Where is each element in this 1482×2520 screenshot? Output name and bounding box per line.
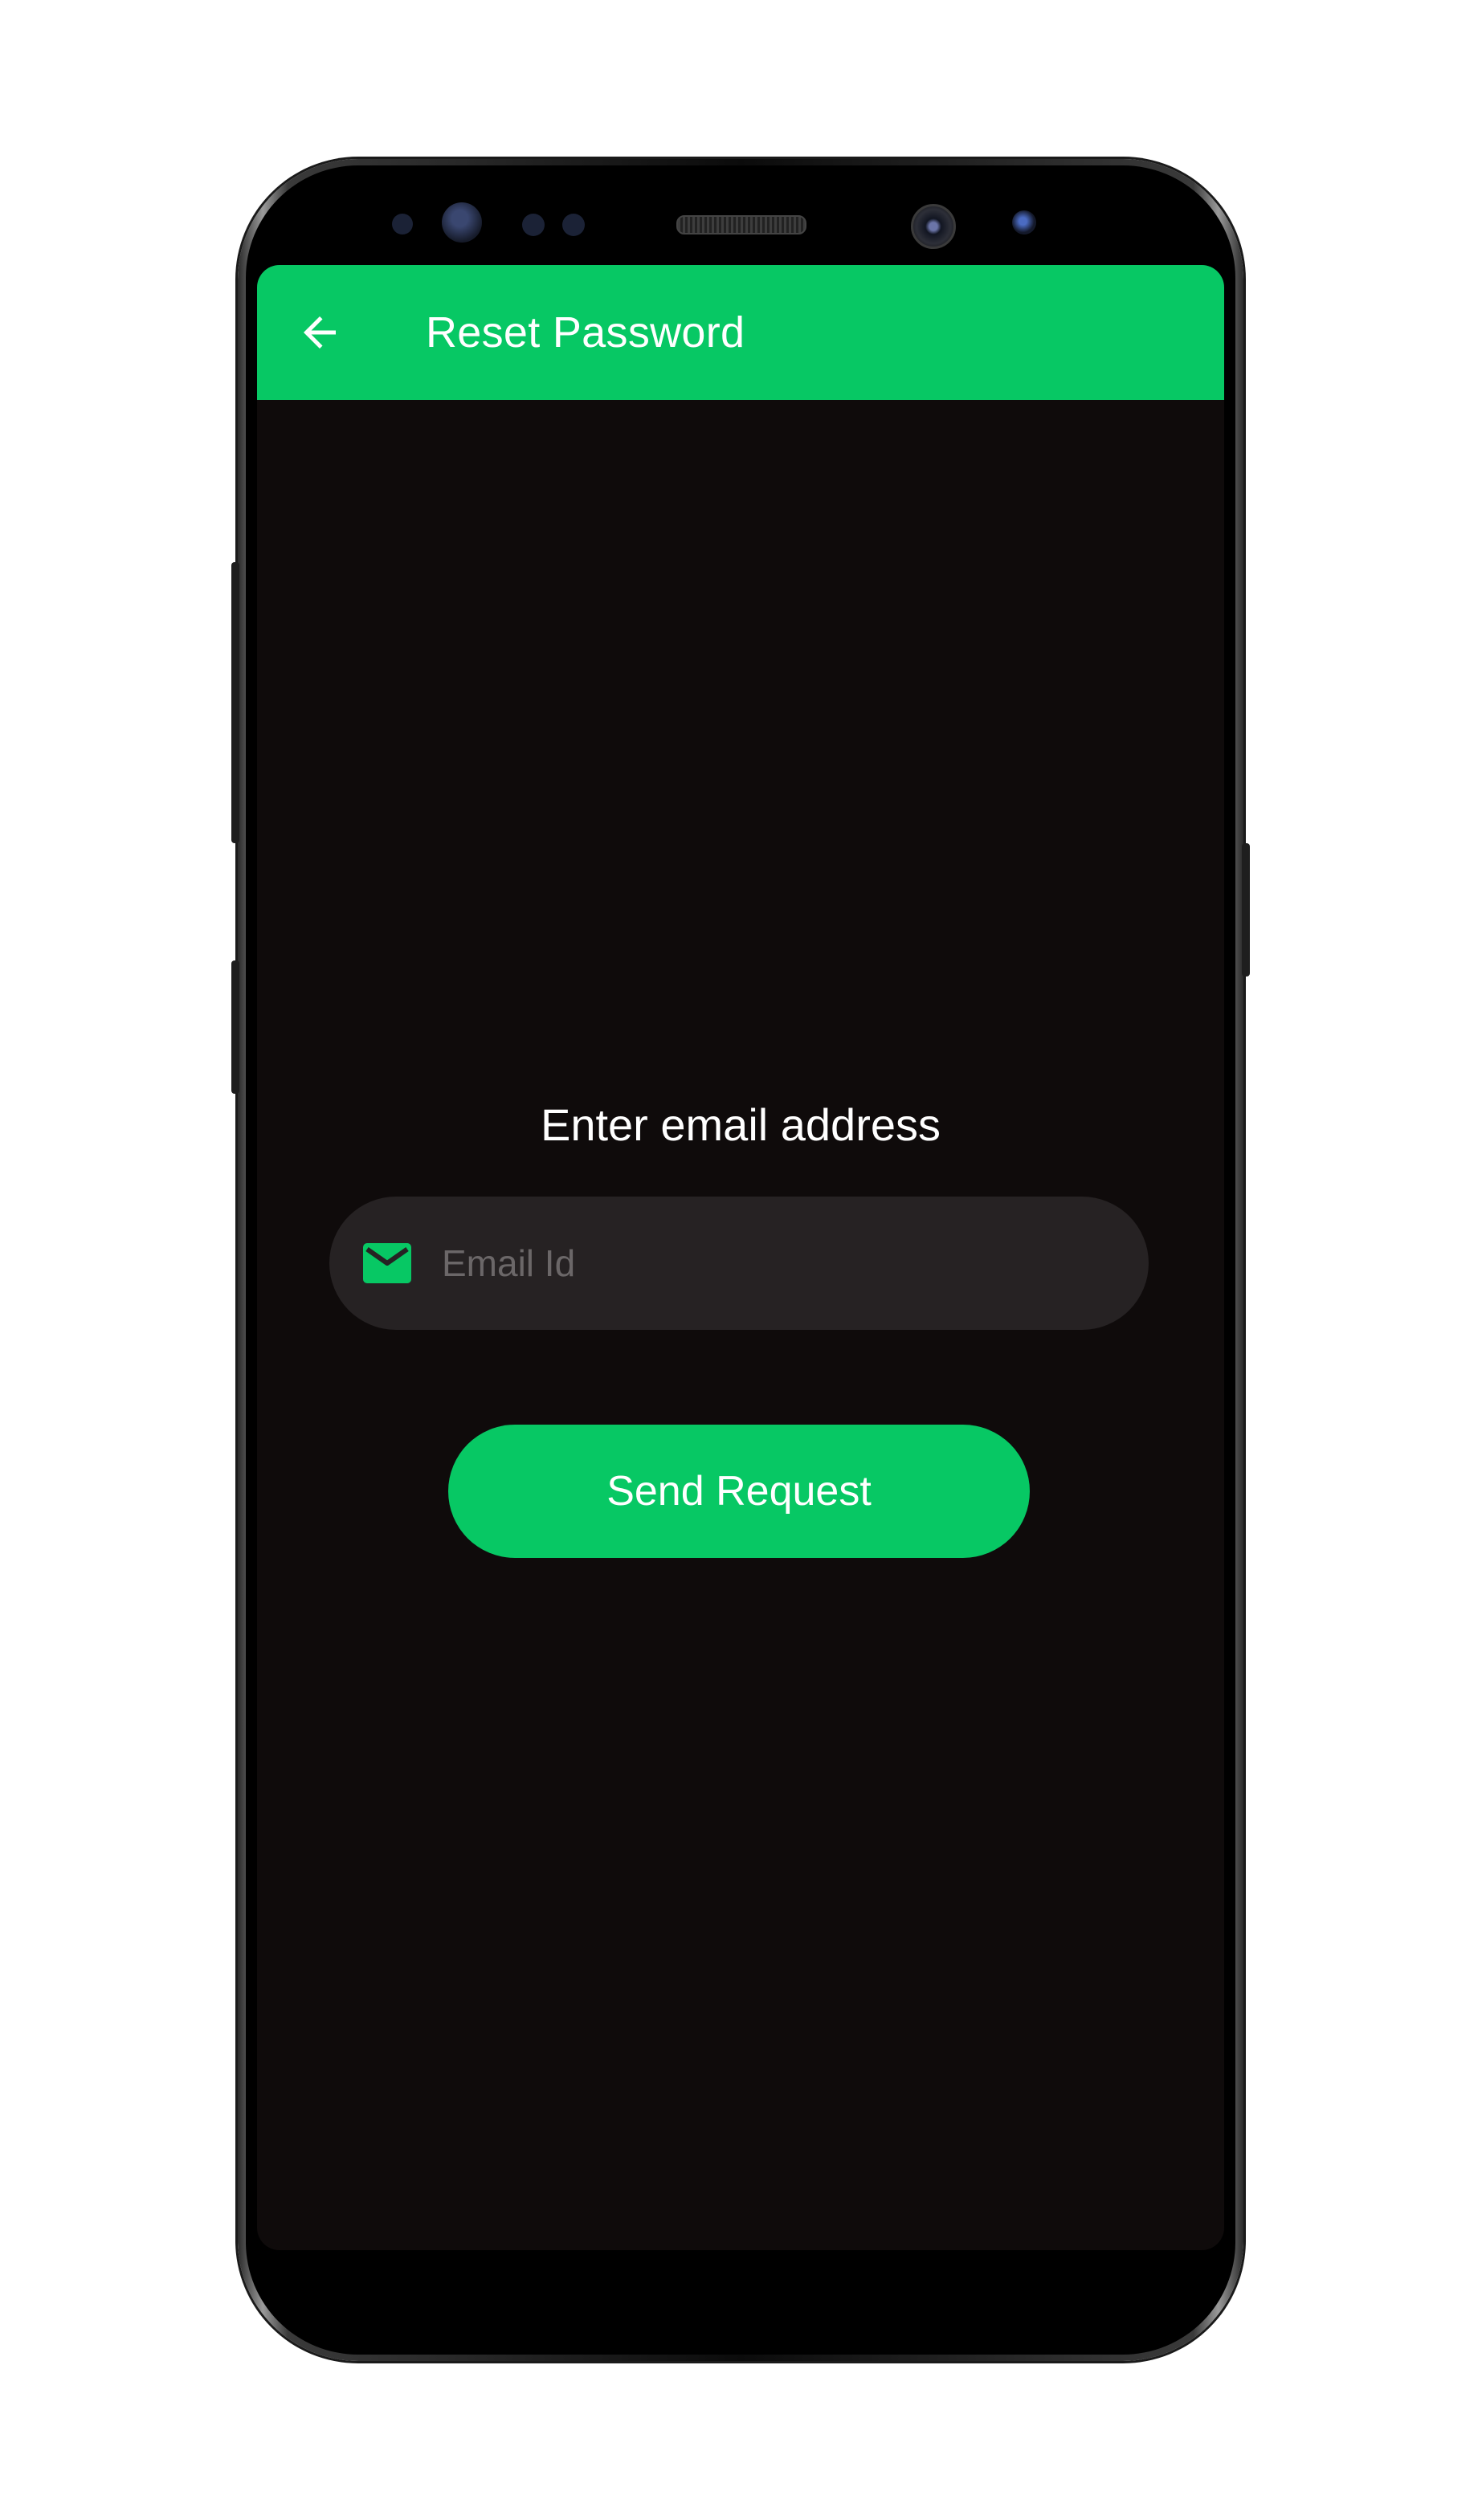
email-heading: Enter email address (540, 1099, 941, 1150)
send-request-button[interactable]: Send Request (448, 1425, 1030, 1558)
volume-up-button (231, 562, 239, 843)
light-sensor-right (562, 214, 585, 236)
mail-icon (363, 1243, 411, 1283)
email-field[interactable] (329, 1197, 1149, 1330)
app-bar: Reset Password (257, 265, 1224, 400)
light-sensor-left (522, 214, 545, 236)
front-camera-secondary (1012, 210, 1036, 234)
earpiece-speaker (676, 215, 806, 234)
front-camera (911, 204, 956, 249)
volume-down-button (231, 960, 239, 1094)
iris-scanner (442, 202, 482, 243)
app-screen: Reset Password Enter email address Send … (257, 265, 1224, 2250)
proximity-sensor (392, 214, 413, 234)
page-title: Reset Password (426, 308, 745, 357)
email-input[interactable] (442, 1221, 1117, 1306)
arrow-left-icon[interactable] (296, 308, 344, 357)
power-button (1242, 843, 1250, 977)
